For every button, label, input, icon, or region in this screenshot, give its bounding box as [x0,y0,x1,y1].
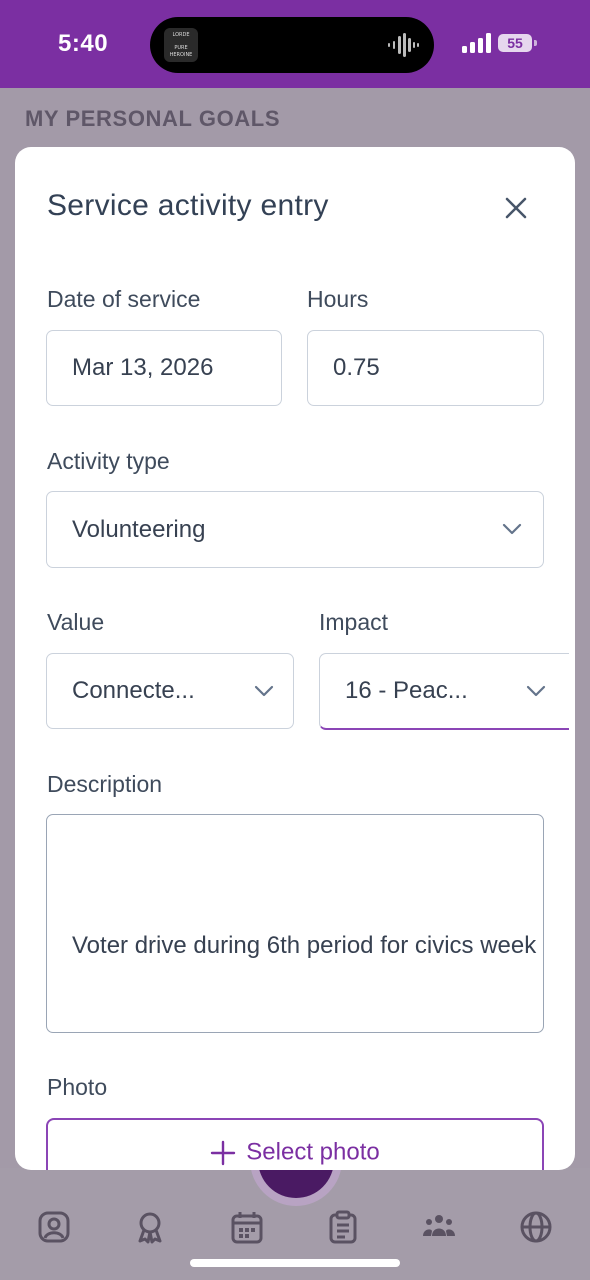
date-field[interactable]: Mar 13, 2026 [46,330,282,406]
description-label: Description [47,771,163,797]
people-icon [423,1215,455,1236]
status-bar: 5:40 LORDE PURE HEROINE 55 [0,0,590,88]
chevron-down-icon [254,685,274,697]
profile-icon [38,1211,70,1243]
clipboard-icon [329,1210,357,1244]
service-entry-modal: Service activity entry Date of service M… [15,147,575,1170]
album-art-line3: HEROINE [169,52,193,58]
value-select[interactable]: Connecte... [46,653,294,729]
page-heading: MY PERSONAL GOALS [25,106,281,131]
close-icon [505,197,527,219]
select-photo-label: Select photo [246,1138,380,1166]
date-label: Date of service [47,286,201,312]
value-selected: Connecte... [72,677,195,704]
tab-community[interactable] [422,1210,456,1244]
tab-global[interactable] [519,1210,553,1244]
hours-label: Hours [307,286,369,312]
impact-selected: 16 - Peac... [345,677,468,704]
impact-select[interactable]: 16 - Peac... [319,653,569,730]
audio-wave-icon [388,33,419,57]
activity-type-value: Volunteering [72,515,206,543]
modal-title: Service activity entry [47,189,329,222]
activity-type-select[interactable]: Volunteering [46,491,544,568]
album-art-line1: LORDE [172,32,190,38]
tab-clipboard[interactable] [326,1210,360,1244]
battery-icon: 55 [498,34,532,52]
select-photo-button[interactable]: Select photo [46,1118,544,1170]
album-art-line2: PURE [174,45,188,51]
tab-awards[interactable] [133,1210,167,1244]
activity-type-label: Activity type [47,448,170,474]
photo-label: Photo [47,1074,108,1100]
tab-profile[interactable] [37,1210,71,1244]
globe-icon [520,1211,552,1243]
plus-icon [211,1140,236,1165]
dynamic-island[interactable]: LORDE PURE HEROINE [150,17,434,73]
award-icon [138,1212,162,1244]
date-value: Mar 13, 2026 [72,354,214,381]
value-label: Value [47,609,105,635]
chevron-down-icon [502,523,522,535]
hours-value: 0.75 [333,354,380,381]
chevron-down-icon [526,685,546,697]
hours-field[interactable]: 0.75 [307,330,544,406]
battery-tip [534,40,537,46]
impact-label: Impact [319,609,389,635]
status-time: 5:40 [58,30,109,57]
description-textarea[interactable]: Voter drive during 6th period for civics… [46,814,544,1033]
signal-icon [462,33,491,53]
description-value: Voter drive during 6th period for civics… [72,931,537,959]
home-indicator[interactable] [190,1259,400,1267]
calendar-icon [231,1212,263,1244]
close-button[interactable] [499,191,533,225]
album-art: LORDE PURE HEROINE [164,28,198,62]
tab-calendar[interactable] [230,1210,264,1244]
